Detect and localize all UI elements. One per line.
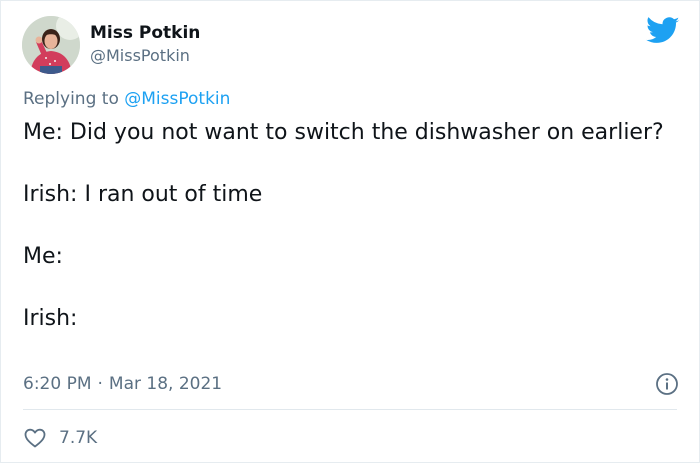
tweet-line: Me: bbox=[23, 244, 63, 269]
reply-prefix: Replying to bbox=[23, 89, 125, 109]
twitter-bird-icon[interactable] bbox=[646, 17, 680, 45]
tweet-text: Me: Did you not want to switch the dishw… bbox=[23, 119, 673, 333]
avatar[interactable] bbox=[22, 16, 80, 74]
tweet-date: Mar 18, 2021 bbox=[108, 374, 223, 394]
heart-icon bbox=[24, 428, 46, 448]
tweet-time: 6:20 PM bbox=[23, 374, 92, 394]
author-handle[interactable]: @MissPotkin bbox=[90, 46, 190, 66]
avatar-image bbox=[22, 16, 80, 74]
like-button[interactable]: 7.7K bbox=[23, 425, 97, 451]
info-icon[interactable] bbox=[655, 372, 679, 396]
tweet-line: Me: Did you not want to switch the dishw… bbox=[23, 120, 664, 145]
tweet-card: Miss Potkin @MissPotkin Replying to @Mis… bbox=[0, 0, 700, 463]
like-count: 7.7K bbox=[59, 428, 98, 448]
author-display-name[interactable]: Miss Potkin bbox=[90, 23, 200, 43]
tweet-line: Irish: I ran out of time bbox=[23, 182, 263, 207]
reply-mention-link[interactable]: @MissPotkin bbox=[124, 89, 230, 109]
meta-separator: · bbox=[97, 374, 103, 394]
reply-context: Replying to @MissPotkin bbox=[23, 88, 230, 110]
tweet-line: Irish: bbox=[23, 306, 78, 331]
divider bbox=[23, 409, 677, 410]
tweet-timestamp[interactable]: 6:20 PM · Mar 18, 2021 bbox=[23, 373, 222, 395]
